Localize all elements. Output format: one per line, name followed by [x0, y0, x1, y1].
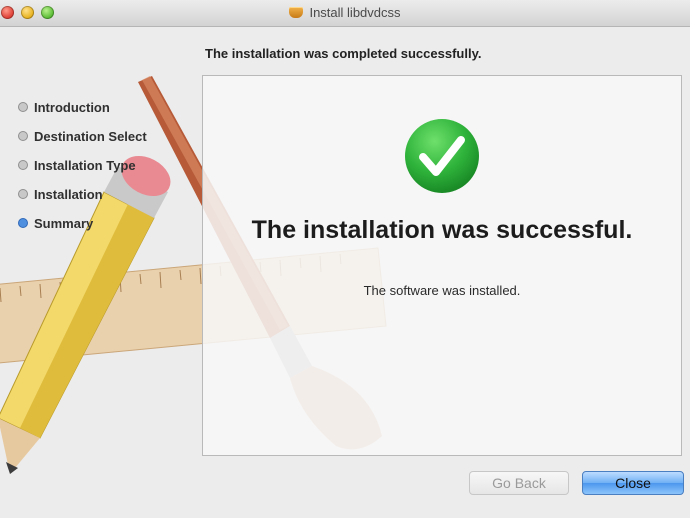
close-button[interactable]: Close: [582, 471, 684, 495]
step-summary: Summary: [18, 216, 147, 245]
installer-window: Install libdvdcss The installation was c…: [0, 0, 690, 518]
step-label: Summary: [34, 216, 94, 231]
window-title-text: Install libdvdcss: [309, 5, 401, 20]
step-bullet-icon: [18, 189, 28, 199]
success-heading: The installation was successful.: [251, 216, 633, 244]
step-bullet-icon: [18, 160, 28, 170]
installation-status-header: The installation was completed successfu…: [205, 46, 482, 61]
step-installation: Installation: [18, 187, 147, 216]
step-label: Introduction: [34, 100, 110, 115]
success-detail-text: The software was installed.: [363, 283, 521, 298]
step-bullet-icon: [18, 131, 28, 141]
step-installation-type: Installation Type: [18, 158, 147, 187]
step-destination-select: Destination Select: [18, 129, 147, 158]
step-label: Destination Select: [34, 129, 147, 144]
step-current-bullet-icon: [18, 218, 28, 228]
title-bar: Install libdvdcss: [0, 0, 690, 27]
step-introduction: Introduction: [18, 100, 147, 129]
step-label: Installation Type: [34, 158, 136, 173]
installer-steps-sidebar: Introduction Destination Select Installa…: [18, 100, 147, 245]
checkmark-icon: [405, 119, 479, 193]
window-title: Install libdvdcss: [0, 5, 690, 20]
package-icon: [289, 7, 304, 18]
step-label: Installation: [34, 187, 103, 202]
go-back-button[interactable]: Go Back: [469, 471, 569, 495]
summary-content-panel: The installation was successful. The sof…: [202, 75, 682, 456]
step-bullet-icon: [18, 102, 28, 112]
